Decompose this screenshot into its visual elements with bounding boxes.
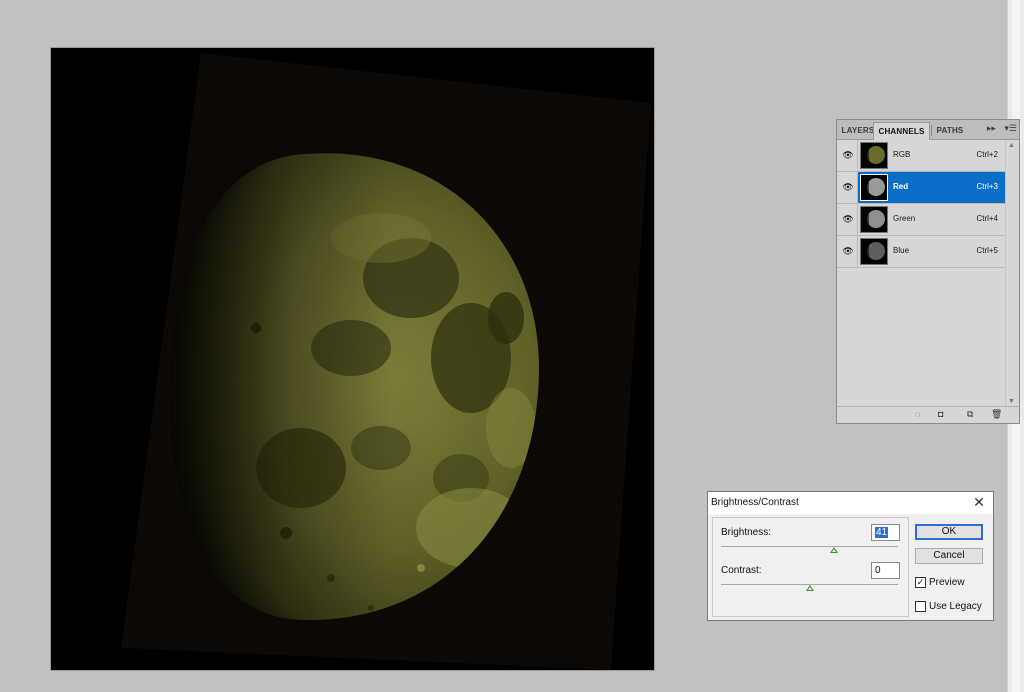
contrast-input[interactable]: 0 [871, 562, 900, 579]
tab-layers[interactable]: LAYERS [841, 122, 875, 139]
brightness-label: Brightness: [721, 527, 772, 538]
channel-thumbnail [860, 206, 888, 233]
channel-shortcut: Ctrl+3 [976, 182, 998, 191]
channel-row-green[interactable]: 👁 Green Ctrl+4 [837, 204, 1005, 236]
panel-scrollbar[interactable]: ▲ ▼ [1005, 140, 1019, 407]
channel-name: Green [893, 214, 916, 223]
new-channel-icon[interactable]: ⧉ [967, 409, 973, 420]
preview-label: Preview [929, 577, 965, 588]
scroll-up-icon[interactable]: ▲ [1008, 142, 1015, 149]
close-icon[interactable]: ✕ [971, 494, 987, 510]
save-selection-icon[interactable]: ◘ [938, 409, 943, 419]
adjustment-group: Brightness: 41 Contrast: 0 [712, 517, 909, 617]
channel-row-rgb[interactable]: 👁 RGB Ctrl+2 [837, 140, 1005, 172]
eye-icon: 👁 [842, 182, 854, 192]
channel-name: Blue [893, 246, 910, 255]
collapse-icon[interactable]: ▸▸ [987, 123, 996, 134]
channel-shortcut: Ctrl+4 [976, 214, 998, 223]
visibility-toggle[interactable]: 👁 [837, 236, 858, 267]
visibility-toggle[interactable]: 👁 [837, 204, 858, 235]
visibility-toggle[interactable]: 👁 [837, 140, 858, 171]
dialog-titlebar: Brightness/Contrast ✕ [708, 492, 993, 514]
use-legacy-checkbox[interactable] [915, 601, 926, 612]
preview-checkbox[interactable]: ✓ [915, 577, 926, 588]
panel-bottom-bar: ◌ ◘ ⧉ 🗑 [837, 406, 1019, 423]
tab-paths[interactable]: PATHS [933, 122, 967, 139]
ok-button[interactable]: OK [915, 524, 983, 540]
channel-list: 👁 RGB Ctrl+2 👁 Red Ctrl+3 👁 Green Ctrl+4… [837, 140, 1005, 268]
panel-tab-bar: LAYERS CHANNELS PATHS ▸▸ ▾☰ [837, 120, 1019, 140]
brightness-track[interactable] [721, 546, 898, 547]
document-canvas[interactable] [51, 48, 654, 670]
channel-name: Red [893, 182, 909, 191]
channel-row-blue[interactable]: 👁 Blue Ctrl+5 [837, 236, 1005, 268]
channel-shortcut: Ctrl+5 [976, 246, 998, 255]
contrast-slider-handle[interactable] [806, 585, 814, 591]
visibility-toggle[interactable]: 👁 [837, 172, 858, 203]
use-legacy-label: Use Legacy [929, 601, 982, 612]
channel-row-red[interactable]: 👁 Red Ctrl+3 [837, 172, 1005, 204]
delete-channel-icon[interactable]: 🗑 [991, 409, 1002, 420]
channel-shortcut: Ctrl+2 [976, 150, 998, 159]
channels-panel: LAYERS CHANNELS PATHS ▸▸ ▾☰ 👁 RGB Ctrl+2… [836, 119, 1020, 424]
tab-divider [931, 125, 932, 136]
dialog-title: Brightness/Contrast [711, 497, 799, 508]
brightness-input[interactable]: 41 [871, 524, 900, 541]
load-selection-icon[interactable]: ◌ [915, 409, 920, 419]
moon-image [121, 53, 651, 670]
eye-icon: 👁 [842, 246, 854, 256]
channel-thumbnail [860, 238, 888, 265]
brightness-contrast-dialog: Brightness/Contrast ✕ Brightness: 41 Con… [707, 491, 994, 621]
panel-menu-icon[interactable]: ▾☰ [1004, 123, 1017, 134]
channel-name: RGB [893, 150, 911, 159]
eye-icon: 👁 [842, 214, 854, 224]
tab-channels[interactable]: CHANNELS [873, 122, 930, 140]
brightness-slider-handle[interactable] [830, 547, 838, 553]
channel-thumbnail [860, 174, 888, 201]
channel-thumbnail [860, 142, 888, 169]
scroll-down-icon[interactable]: ▼ [1008, 398, 1015, 405]
contrast-label: Contrast: [721, 565, 762, 576]
panel-tools: ▸▸ ▾☰ [979, 123, 1017, 136]
cancel-button[interactable]: Cancel [915, 548, 983, 564]
eye-icon: 👁 [842, 150, 854, 160]
